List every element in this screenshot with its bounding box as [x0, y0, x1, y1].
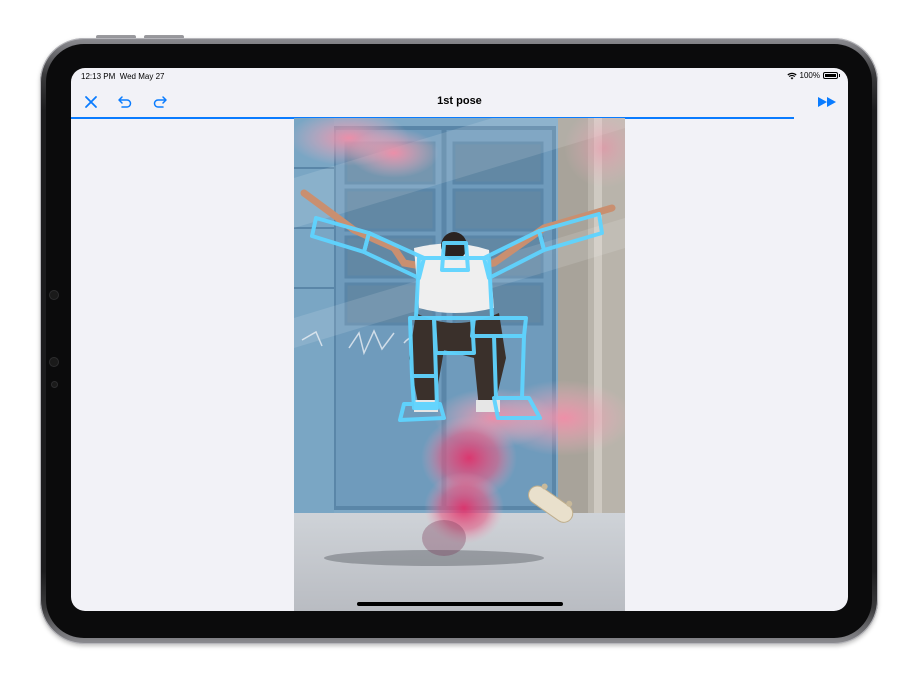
status-time: 12:13 PM Wed May 27 [81, 72, 164, 81]
sensor-dot [49, 357, 59, 367]
photo-canvas[interactable] [294, 118, 625, 611]
toolbar: 1st pose [71, 86, 848, 117]
time-text: 12:13 PM [81, 72, 116, 81]
battery-icon [823, 72, 840, 79]
sensor-dot [51, 381, 58, 388]
screen: 12:13 PM Wed May 27 100% 1st pose [71, 68, 848, 611]
home-indicator[interactable] [357, 602, 563, 606]
next-step-button[interactable] [814, 91, 840, 113]
wifi-icon [786, 72, 797, 79]
fast-forward-icon [818, 97, 836, 107]
battery-percent: 100% [799, 71, 820, 80]
skateboarder-photo [294, 118, 625, 611]
date-text: Wed May 27 [119, 72, 165, 81]
status-right: 100% [786, 71, 840, 80]
page-title: 1st pose [437, 95, 482, 107]
camera-dot [49, 290, 59, 300]
status-bar: 12:13 PM Wed May 27 100% [71, 68, 848, 86]
